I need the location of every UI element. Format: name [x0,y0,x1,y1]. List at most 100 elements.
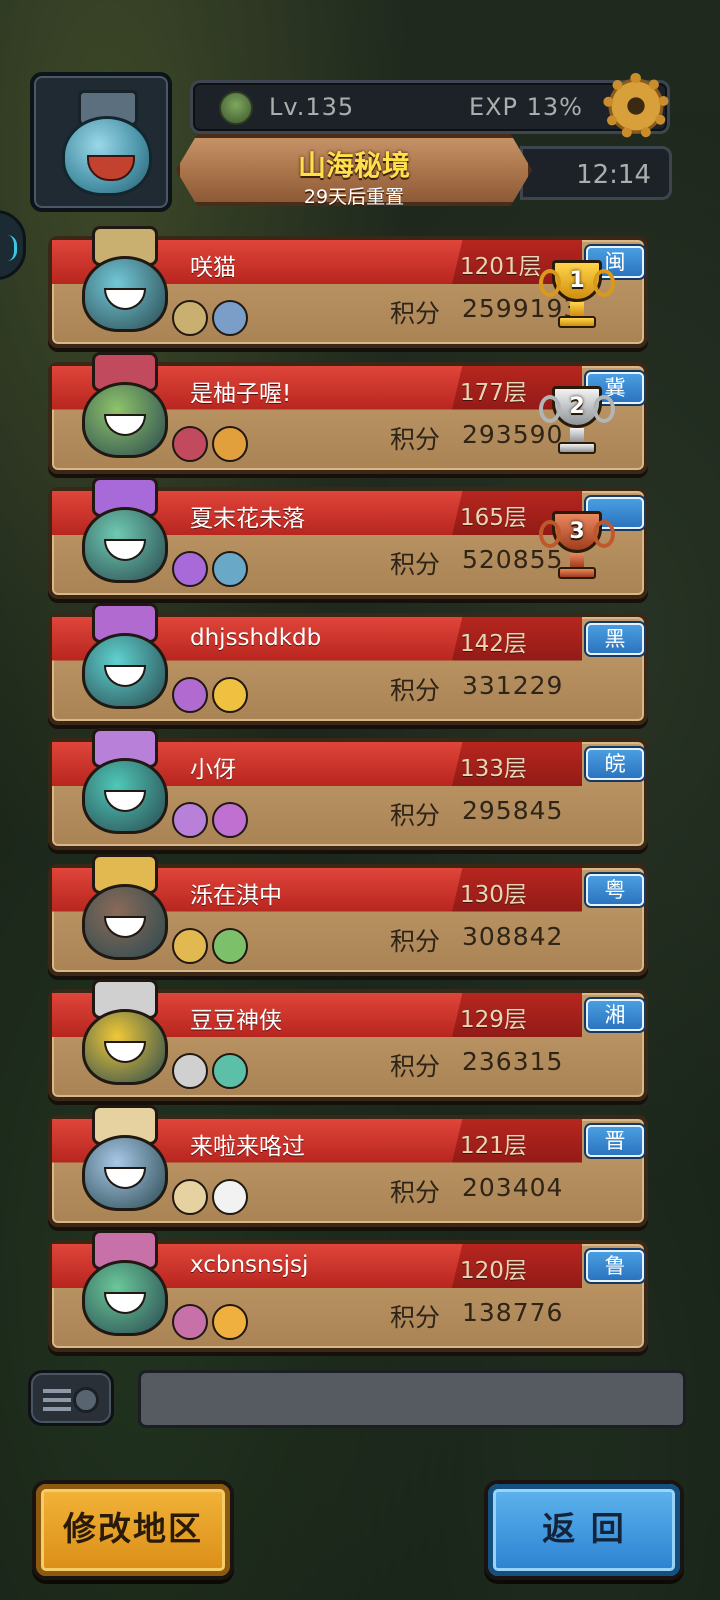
team-monsters [172,920,302,970]
floor-count: 130层 [460,881,527,908]
score-label: 积分 [390,424,441,454]
trophy-stem [570,427,584,442]
team-monster-icon [212,425,248,462]
player-name: 来啦来咯过 [190,1133,305,1160]
floor-count: 165层 [460,505,527,531]
floor-count: 121层 [460,1132,527,1159]
team-monsters [172,1296,302,1346]
progress-ring-icon [7,235,17,261]
mode-title: 山海秘境 [297,149,410,182]
team-monster-icon [212,1178,248,1215]
team-monster-icon [212,927,248,964]
team-monster-icon [172,927,208,964]
silver-trophy-icon: 2 [539,385,615,458]
ranking-list[interactable]: 咲猫 1201层闽积分 2599193 1 是柚子喔! 177层冀积分 293590 2 夏末花… [48,226,648,1366]
score-label: 积分 [390,1303,441,1332]
tree-icon [219,91,253,125]
region-badge: 黑 [586,622,644,655]
team-monster-icon [172,1053,208,1089]
floor-count: 177层 [460,379,527,406]
mode-title-plank: 山海秘境 29天后重置 [176,134,532,206]
team-monster-icon [212,676,248,713]
floor-count: 1201层 [460,254,542,280]
team-monsters [172,1171,302,1221]
change-region-button[interactable]: 修改地区 [32,1480,234,1580]
score-label: 积分 [390,801,441,830]
settings-gear-icon[interactable] [599,69,673,143]
player-name: dhjsshdkdb [190,624,322,651]
player-avatar[interactable] [30,72,172,212]
region-badge: 鲁 [586,1250,644,1282]
clock-box: 12:14 [520,146,672,200]
rank-card[interactable]: dhjsshdkdb 142层 黑积分 331229 [48,602,648,725]
score-value: 308842 [462,921,564,951]
score-value: 138776 [462,1298,564,1327]
exp-percent: EXP 13% [468,93,583,121]
team-monsters [172,292,302,342]
team-monster-icon [172,425,208,462]
score-label: 积分 [390,1052,441,1081]
trophy-base [558,441,596,454]
score-label: 积分 [390,550,441,579]
bronze-trophy-icon: 3 [539,511,615,583]
team-monster-icon [212,300,248,336]
back-button[interactable]: 返 回 [484,1480,684,1580]
team-monster-icon [212,802,248,838]
team-monsters [172,543,302,593]
chat-radio-icon[interactable] [28,1370,114,1426]
chat-message-field[interactable] [138,1370,686,1428]
score-label: 积分 [390,926,441,956]
region-badge: 湘 [586,999,644,1031]
trophy-base [558,567,596,579]
player-level: Lv.135 [269,93,355,121]
score-label: 积分 [390,1177,441,1207]
rank-card[interactable]: 夏末花未落 165层 积分 520855 3 [48,477,648,599]
trophy-stem [570,553,584,567]
team-monster-icon [212,1053,248,1089]
gold-trophy-icon: 1 [539,260,615,332]
reset-countdown: 29天后重置 [303,186,405,208]
player-name: xcbnsnsjsj [190,1252,309,1278]
team-monsters [172,794,302,844]
player-name: 小伢 [190,757,236,783]
rank-card[interactable]: xcbnsnsjsj 120层 鲁积分 138776 [48,1230,648,1352]
avatar-monster-icon [62,116,152,196]
player-name: 豆豆神侠 [190,1008,282,1034]
player-name: 泺在淇中 [190,882,282,909]
chat-lines-icon [43,1389,71,1411]
team-monsters [172,418,302,468]
player-name: 夏末花未落 [190,506,305,532]
level-bar: Lv.135 EXP 13% [190,69,673,143]
team-monster-icon [172,1304,208,1340]
rank-card[interactable]: 豆豆神侠 129层 湘积分 236315 [48,979,648,1101]
team-monster-icon [172,551,208,587]
player-name: 咲猫 [190,255,236,281]
trophy-rank: 1 [569,268,585,293]
speaker-icon [73,1387,99,1413]
rank-card[interactable]: 来啦来咯过 121层 晋积分 203404 [48,1104,648,1227]
team-monster-icon [212,1304,248,1340]
rank-card[interactable]: 咲猫 1201层闽积分 2599193 1 [48,226,648,348]
score-value: 203404 [462,1172,564,1202]
trophy-base [558,316,596,328]
trophy-rank: 2 [569,393,585,419]
trophy-stem [570,302,584,316]
floor-count: 133层 [460,756,527,782]
team-monsters [172,669,302,719]
score-value: 331229 [462,670,564,700]
team-monster-icon [172,802,208,838]
rank-card[interactable]: 小伢 133层 皖积分 295845 [48,728,648,850]
team-monster-icon [172,1178,208,1215]
score-label: 积分 [390,675,441,705]
score-value: 295845 [462,796,564,825]
region-badge: 皖 [586,748,644,780]
team-monster-icon [172,300,208,336]
rank-card[interactable]: 是柚子喔! 177层冀积分 293590 2 [48,351,648,474]
floor-count: 120层 [460,1258,527,1284]
floor-count: 142层 [460,630,527,657]
team-monster-icon [172,676,208,713]
rank-card[interactable]: 泺在淇中 130层 粤积分 308842 [48,853,648,976]
player-name: 是柚子喔! [190,380,292,407]
clock-time: 12:14 [576,160,651,190]
team-monster-icon [212,551,248,587]
